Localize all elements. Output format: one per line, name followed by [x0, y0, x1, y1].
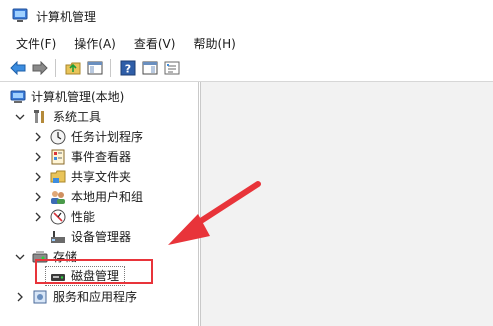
export-list-button[interactable] [162, 58, 182, 78]
help-icon: ? [120, 60, 136, 76]
chevron-down-icon[interactable] [14, 251, 26, 263]
clock-icon [50, 129, 66, 145]
menu-help[interactable]: 帮助(H) [187, 33, 241, 55]
tree-node-system-tools[interactable]: 系统工具 [14, 107, 101, 127]
event-viewer-icon [51, 149, 65, 165]
tree-label-shared-folders: 共享文件夹 [71, 170, 132, 184]
properties-button[interactable] [140, 58, 160, 78]
tree-label-task-scheduler: 任务计划程序 [71, 130, 144, 144]
chevron-right-icon[interactable] [32, 131, 44, 143]
tree-label-performance: 性能 [71, 210, 96, 224]
help-button[interactable]: ? [118, 58, 138, 78]
tree-node-device-manager[interactable]: 设备管理器 [50, 227, 131, 247]
tree-node-task-scheduler[interactable]: 任务计划程序 [32, 127, 143, 147]
chevron-right-icon[interactable] [14, 291, 26, 303]
computer-management-icon [10, 90, 26, 103]
toolbar: ? [0, 55, 493, 82]
forward-icon [32, 61, 48, 75]
menu-action[interactable]: 操作(A) [68, 33, 122, 55]
tree-node-shared-folders[interactable]: 共享文件夹 [32, 167, 131, 187]
window-title: 计算机管理 [36, 10, 97, 24]
device-manager-icon [51, 231, 65, 243]
show-hide-tree-icon [87, 61, 103, 75]
menu-bar: 文件(F) 操作(A) 查看(V) 帮助(H) [0, 33, 493, 55]
svg-text:?: ? [125, 63, 131, 76]
tree-label-root: 计算机管理(本地) [31, 90, 125, 104]
tree-label-device-manager: 设备管理器 [71, 230, 132, 244]
performance-icon [50, 209, 66, 225]
tree-label-system-tools: 系统工具 [53, 110, 102, 124]
chevron-down-icon[interactable] [14, 111, 26, 123]
tree-node-event-viewer[interactable]: 事件查看器 [32, 147, 131, 167]
users-icon [51, 191, 65, 204]
computer-management-app-icon [12, 8, 28, 22]
chevron-right-icon[interactable] [32, 191, 44, 203]
up-folder-icon [65, 62, 81, 75]
chevron-right-icon[interactable] [32, 171, 44, 183]
show-hide-tree-button[interactable] [85, 58, 105, 78]
services-icon [33, 290, 47, 304]
properties-icon [142, 61, 158, 75]
back-button[interactable] [8, 58, 28, 78]
tree-label-event-viewer: 事件查看器 [71, 150, 132, 164]
tools-icon [34, 110, 44, 123]
tree-node-local-users[interactable]: 本地用户和组 [32, 187, 143, 207]
toolbar-separator [55, 59, 56, 77]
tree-node-root[interactable]: 计算机管理(本地) [10, 87, 124, 107]
chevron-right-icon[interactable] [32, 211, 44, 223]
menu-file[interactable]: 文件(F) [10, 33, 62, 55]
back-icon [10, 61, 26, 75]
highlight-box [35, 259, 153, 284]
tree-label-local-users: 本地用户和组 [71, 190, 144, 204]
chevron-right-icon[interactable] [32, 151, 44, 163]
menu-view[interactable]: 查看(V) [128, 33, 182, 55]
forward-button[interactable] [30, 58, 50, 78]
shared-folder-icon [50, 170, 66, 183]
content-pane [200, 82, 493, 326]
up-folder-button[interactable] [63, 58, 83, 78]
tree-label-services-apps: 服务和应用程序 [53, 290, 138, 304]
title-bar: 计算机管理 [0, 0, 493, 32]
toolbar-separator [110, 59, 111, 77]
tree-node-services-apps[interactable]: 服务和应用程序 [14, 287, 137, 307]
export-list-icon [164, 61, 180, 75]
tree-node-performance[interactable]: 性能 [32, 207, 95, 227]
